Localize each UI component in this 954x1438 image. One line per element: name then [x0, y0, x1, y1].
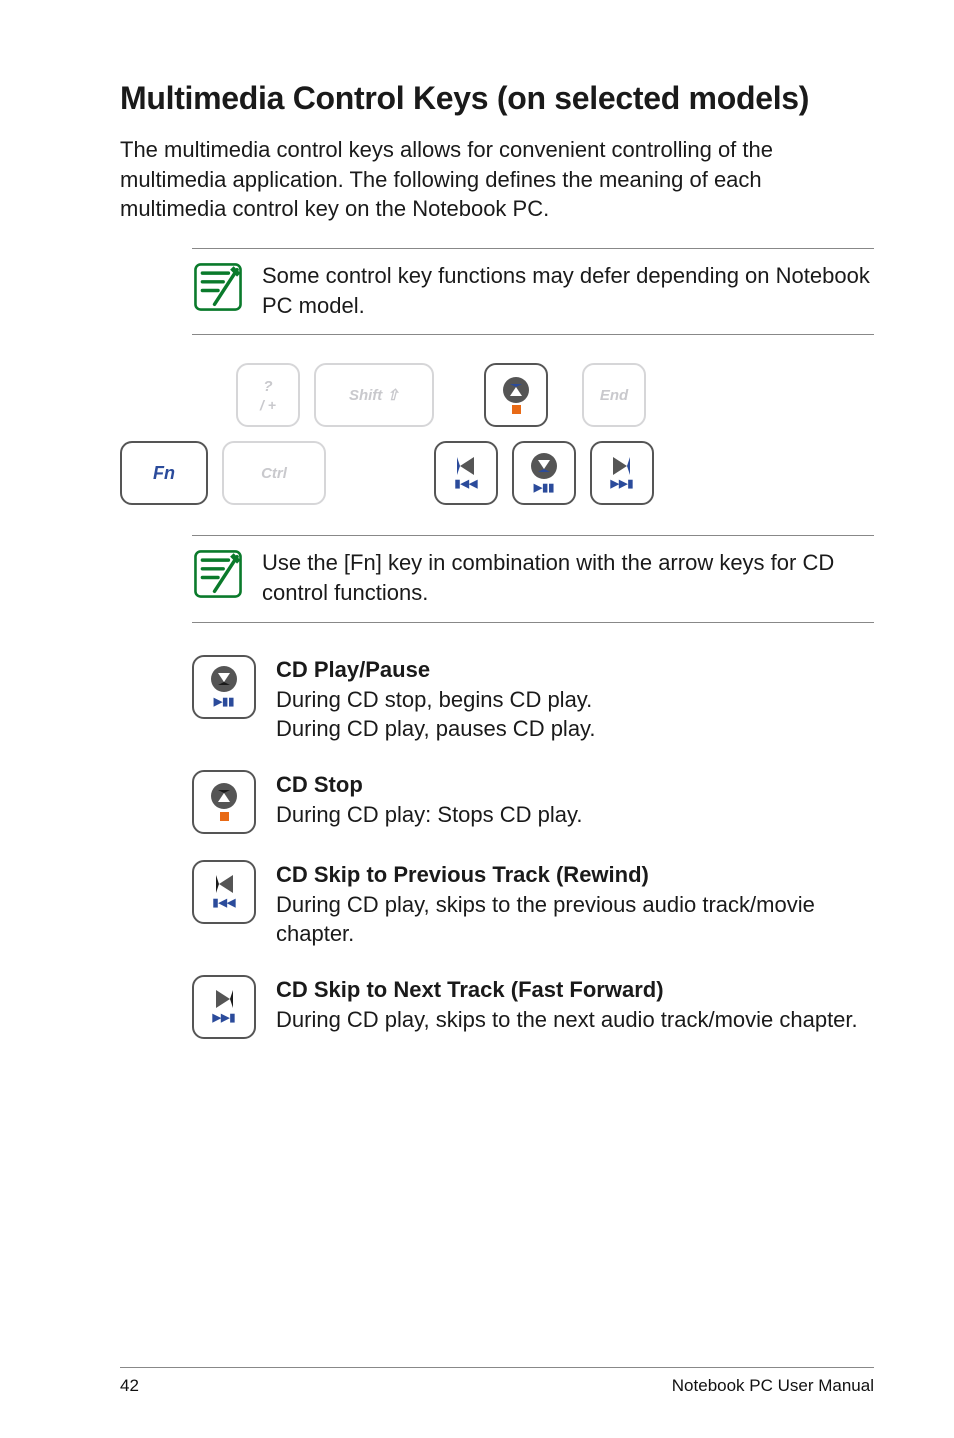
def-stop-title: CD Stop: [276, 770, 874, 800]
playpause-key-icon: ▶▮▮: [192, 655, 256, 719]
note-block-2: Use the [Fn] key in combination with the…: [192, 535, 874, 622]
next-key-icon: ▶▶▮: [192, 975, 256, 1039]
stop-key-icon: [192, 770, 256, 834]
note-icon: [192, 548, 244, 600]
key-ctrl: Ctrl: [222, 441, 326, 505]
note-block-1: Some control key functions may defer dep…: [192, 248, 874, 335]
note-2-text: Use the [Fn] key in combination with the…: [262, 548, 874, 607]
key-up-stop: [484, 363, 548, 427]
note-icon: [192, 261, 244, 313]
def-next-title: CD Skip to Next Track (Fast Forward): [276, 975, 874, 1005]
def-playpause-line1: During CD stop, begins CD play.: [276, 685, 874, 715]
def-next-line1: During CD play, skips to the next audio …: [276, 1005, 874, 1035]
key-shift: Shift ⇧: [314, 363, 434, 427]
intro-paragraph: The multimedia control keys allows for c…: [120, 135, 874, 224]
page-footer: 42 Notebook PC User Manual: [120, 1367, 874, 1396]
def-playpause: ▶▮▮ CD Play/Pause During CD stop, begins…: [192, 655, 874, 744]
def-stop: CD Stop During CD play: Stops CD play.: [192, 770, 874, 834]
def-prev: ▮◀◀ CD Skip to Previous Track (Rewind) D…: [192, 860, 874, 949]
note-1-text: Some control key functions may defer dep…: [262, 261, 874, 320]
def-playpause-line2: During CD play, pauses CD play.: [276, 714, 874, 744]
prev-key-icon: ▮◀◀: [192, 860, 256, 924]
key-down-playpause: ▶▮▮: [512, 441, 576, 505]
page-heading: Multimedia Control Keys (on selected mod…: [120, 80, 874, 117]
key-slash: ? / +: [236, 363, 300, 427]
key-end: End: [582, 363, 646, 427]
page-number: 42: [120, 1376, 139, 1396]
manual-title: Notebook PC User Manual: [672, 1376, 874, 1396]
keyboard-diagram: ? / + Shift ⇧ End Fn Ctrl ▮◀◀ ▶▮▮: [120, 363, 874, 505]
def-prev-title: CD Skip to Previous Track (Rewind): [276, 860, 874, 890]
definitions-list: ▶▮▮ CD Play/Pause During CD stop, begins…: [192, 655, 874, 1039]
key-right-next: ▶▶▮: [590, 441, 654, 505]
key-fn: Fn: [120, 441, 208, 505]
key-left-rewind: ▮◀◀: [434, 441, 498, 505]
def-next: ▶▶▮ CD Skip to Next Track (Fast Forward)…: [192, 975, 874, 1039]
def-stop-line1: During CD play: Stops CD play.: [276, 800, 874, 830]
def-playpause-title: CD Play/Pause: [276, 655, 874, 685]
def-prev-line1: During CD play, skips to the previous au…: [276, 890, 874, 949]
